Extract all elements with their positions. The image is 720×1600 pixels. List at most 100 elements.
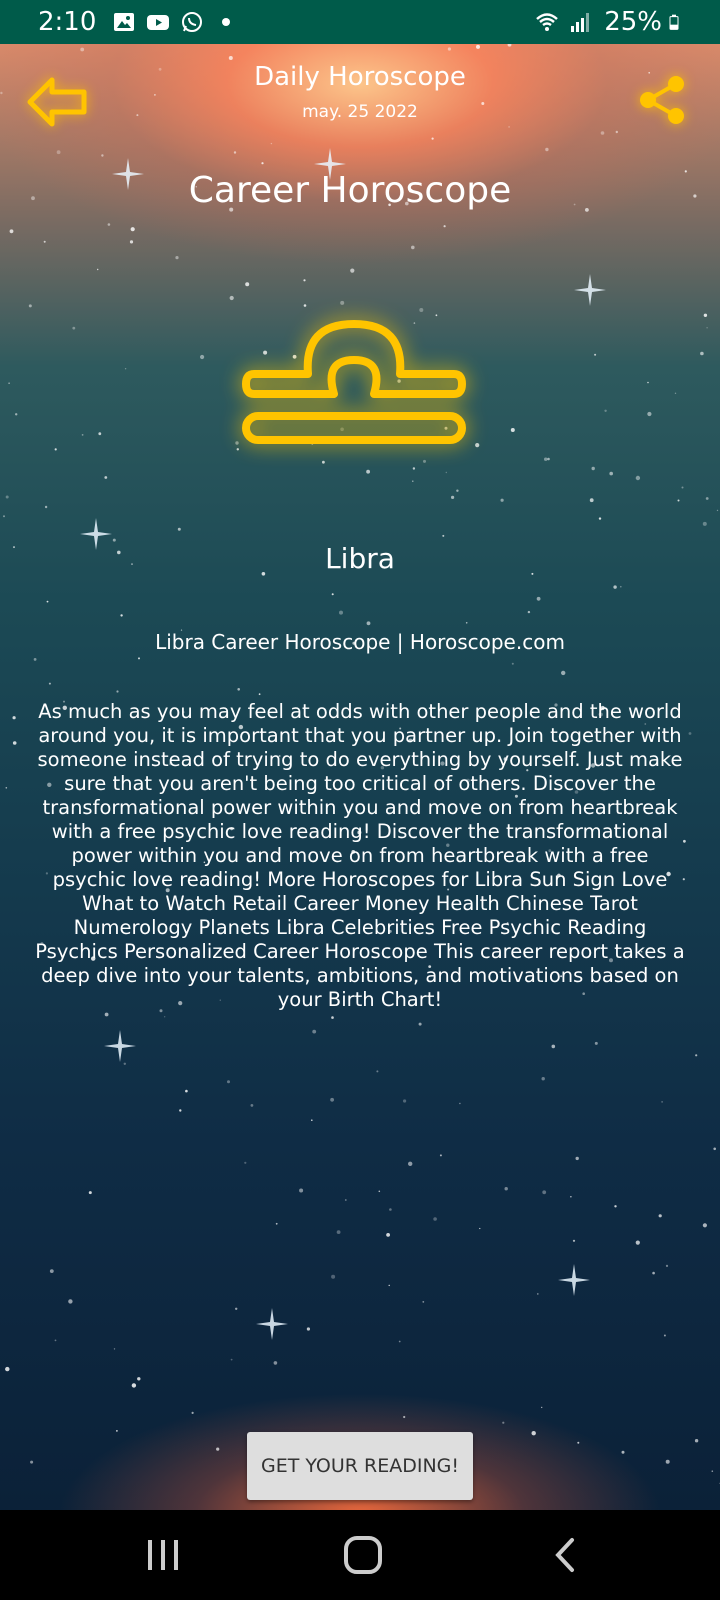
star	[56, 150, 61, 155]
get-reading-button[interactable]: GET YOUR READING!	[247, 1432, 473, 1500]
star	[702, 521, 707, 526]
star	[447, 47, 451, 51]
star	[3, 515, 5, 518]
star	[49, 1269, 54, 1273]
star	[12, 716, 16, 720]
star	[101, 154, 104, 157]
star	[589, 498, 594, 503]
star	[339, 610, 343, 615]
share-icon[interactable]	[634, 72, 690, 128]
star	[551, 1044, 556, 1049]
star	[5, 495, 9, 499]
star	[703, 313, 708, 317]
star	[336, 1230, 341, 1234]
youtube-icon	[147, 15, 170, 30]
navigation-bar	[0, 1510, 720, 1600]
star	[700, 351, 704, 356]
sparkle-star	[558, 1264, 590, 1296]
star	[507, 44, 512, 47]
star	[386, 1233, 390, 1237]
star	[258, 693, 261, 696]
star	[200, 354, 205, 360]
wifi-icon	[536, 13, 559, 31]
star	[123, 1062, 127, 1065]
star	[350, 268, 355, 273]
star	[412, 467, 416, 470]
star	[476, 44, 480, 49]
signal-icon	[571, 13, 590, 32]
star	[502, 1421, 505, 1424]
star	[72, 326, 76, 330]
star	[442, 534, 445, 537]
star	[311, 1119, 313, 1121]
star	[312, 1029, 317, 1034]
star	[98, 432, 102, 436]
star	[408, 1161, 413, 1167]
star	[124, 368, 127, 370]
star	[273, 1361, 278, 1365]
star	[594, 353, 597, 356]
home-icon[interactable]	[340, 1532, 386, 1578]
star	[366, 469, 370, 474]
star	[418, 1022, 422, 1026]
star	[229, 295, 234, 301]
star	[322, 460, 325, 464]
header-date: may. 25 2022	[302, 102, 418, 122]
star	[479, 1227, 481, 1230]
star	[511, 662, 514, 665]
star	[412, 480, 414, 482]
star	[575, 1156, 579, 1161]
star	[545, 147, 549, 152]
star	[665, 1264, 669, 1267]
star	[54, 1339, 57, 1342]
sign-name: Libra	[325, 542, 395, 575]
battery-percent: 25%	[604, 7, 662, 37]
star	[598, 517, 602, 520]
star	[431, 137, 434, 140]
star	[658, 1214, 662, 1218]
star	[443, 225, 446, 228]
star	[504, 1187, 508, 1191]
star	[594, 1041, 598, 1045]
star	[33, 658, 37, 661]
sparkle-star	[104, 1030, 136, 1062]
libra-icon	[242, 320, 466, 444]
status-right: 25%	[532, 7, 684, 37]
star	[116, 1430, 118, 1432]
star	[459, 1102, 461, 1105]
star	[542, 1190, 547, 1195]
recent-apps-icon[interactable]	[140, 1532, 186, 1578]
star	[541, 1077, 545, 1081]
back-icon[interactable]	[544, 1532, 590, 1578]
app-title: Daily Horoscope	[254, 62, 466, 92]
star	[216, 1447, 220, 1451]
star	[237, 688, 240, 691]
star	[68, 1299, 73, 1304]
star	[131, 1383, 137, 1388]
star	[5, 787, 8, 789]
star	[561, 670, 566, 676]
star	[227, 1080, 230, 1084]
star	[366, 621, 371, 626]
star	[541, 1406, 543, 1409]
star	[244, 1161, 247, 1164]
star	[681, 486, 684, 489]
star	[663, 1334, 666, 1337]
status-left: 2:10	[38, 7, 238, 37]
star	[694, 1439, 699, 1443]
star	[439, 1154, 442, 1157]
star	[15, 413, 18, 416]
star	[531, 1431, 536, 1436]
star	[275, 1222, 278, 1225]
star	[702, 1223, 708, 1228]
star	[403, 1099, 407, 1103]
star	[104, 476, 108, 479]
star	[44, 505, 48, 509]
status-time: 2:10	[38, 7, 97, 37]
star	[179, 1109, 182, 1112]
star	[537, 1293, 539, 1295]
source-line: Libra Career Horoscope | Horoscope.com	[155, 630, 565, 654]
star	[129, 240, 134, 244]
star	[235, 1307, 238, 1311]
star	[527, 610, 531, 614]
